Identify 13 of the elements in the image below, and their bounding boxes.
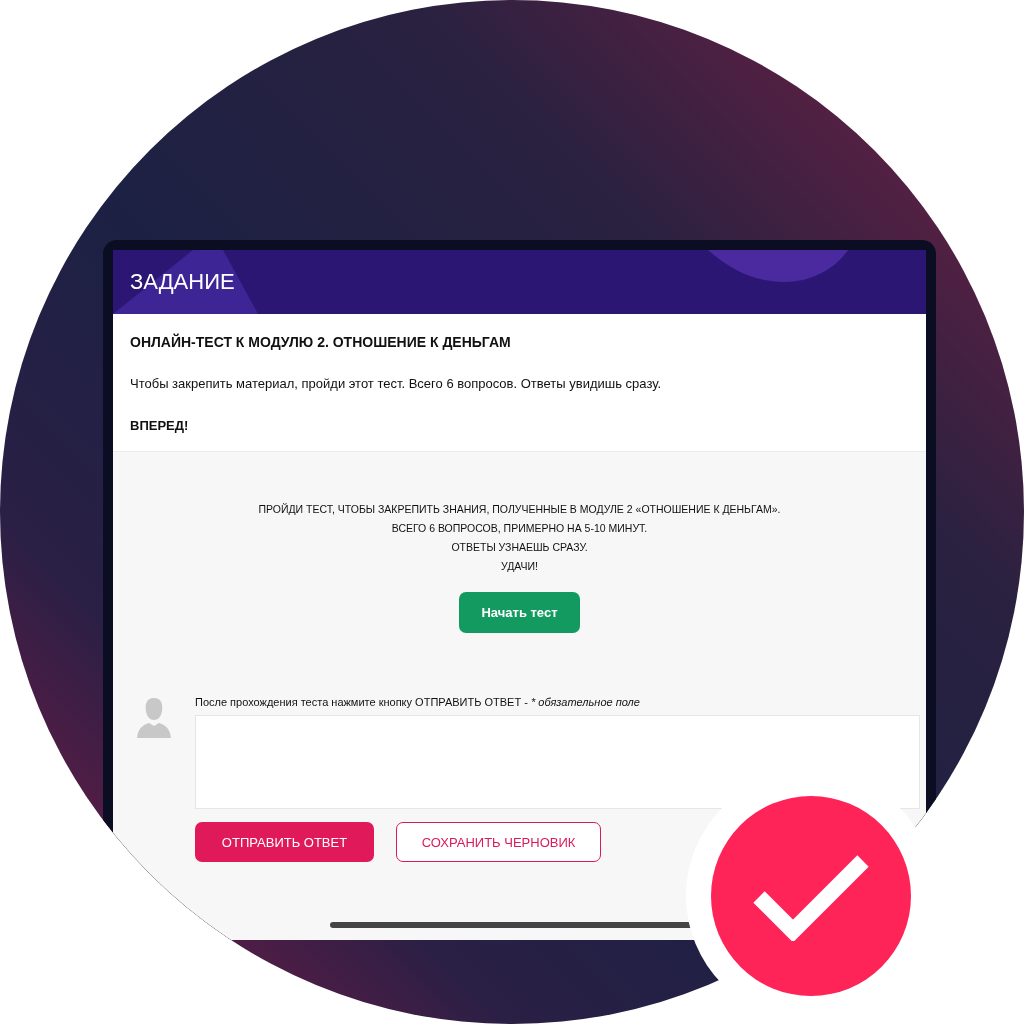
answer-label: После прохождения теста нажмите кнопку ОТПРАВИТЬ ОТВЕТ - * обязательное поле [195, 696, 641, 708]
task-description: Чтобы закрепить материал, пройди этот тест. Всего 6 вопросов. Ответы увидишь сразу. [130, 376, 663, 391]
task-call-to-action: ВПЕРЕД! [130, 418, 190, 433]
intro-text: ОТВЕТЫ УЗНАЕШЬ СРАЗУ. [451, 541, 588, 553]
submit-button[interactable]: ОТПРАВИТЬ ОТВЕТ [195, 822, 374, 862]
intro-text: ВСЕГО 6 ВОПРОСОВ, ПРИМЕРНО НА 5-10 МИНУТ. [391, 522, 648, 534]
start-test-button[interactable]: Начать тест [459, 592, 580, 633]
task-title: ОНЛАЙН-ТЕСТ К МОДУЛЮ 2. ОТНОШЕНИЕ К ДЕНЬГАМ [130, 334, 512, 350]
page-title: ЗАДАНИЕ [130, 269, 235, 295]
intro-text: ПРОЙДИ ТЕСТ, ЧТОБЫ ЗАКРЕПИТЬ ЗНАНИЯ, ПОЛУЧЕННЫЕ В МОДУЛЕ 2 «ОТНОШЕНИЕ К ДЕНЬГАМ». [258, 503, 781, 515]
save-draft-button[interactable]: СОХРАНИТЬ ЧЕРНОВИК [396, 822, 601, 862]
answer-field[interactable] [195, 715, 920, 809]
intro-text: УДАЧИ! [501, 560, 538, 572]
